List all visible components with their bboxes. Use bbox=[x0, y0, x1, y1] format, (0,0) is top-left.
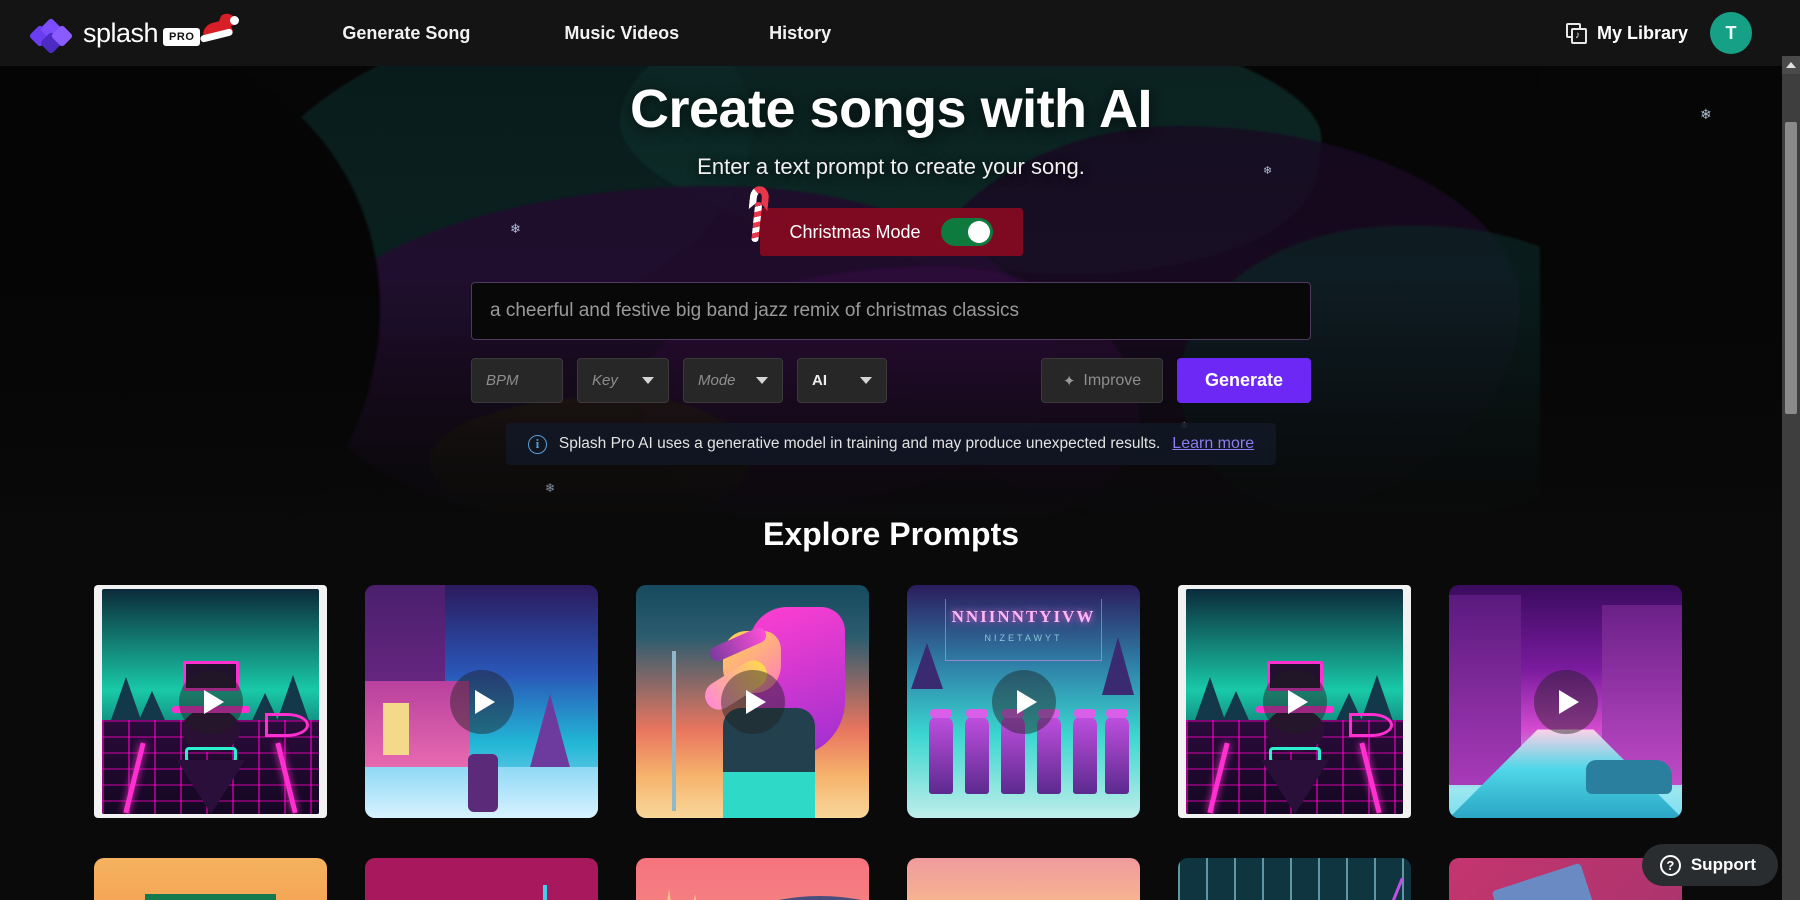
prompt-card-neon-singer-microphone[interactable] bbox=[636, 585, 869, 818]
prompt-card-pink-spires-card[interactable] bbox=[636, 858, 869, 900]
play-button[interactable] bbox=[449, 669, 514, 734]
ai-select[interactable]: AI bbox=[797, 358, 887, 403]
key-select-value: Key bbox=[592, 372, 618, 389]
play-button[interactable] bbox=[1262, 669, 1327, 734]
chevron-up-icon[interactable] bbox=[1782, 56, 1800, 74]
prompt-card-magenta-cyan-card[interactable] bbox=[365, 858, 598, 900]
explore-prompts-grid-row2 bbox=[0, 858, 1782, 900]
hero-content: Create songs with AI Enter a text prompt… bbox=[0, 66, 1782, 465]
santa-hat-icon bbox=[199, 11, 240, 43]
prompt-card-snow-carolers-choir[interactable]: NNIINNTYIVW NIZETAWYT bbox=[907, 585, 1140, 818]
nav-item-generate-song[interactable]: Generate Song bbox=[328, 15, 484, 52]
christmas-mode-toggle[interactable]: Christmas Mode bbox=[759, 208, 1023, 256]
improve-button[interactable]: ✦ Improve bbox=[1041, 358, 1163, 403]
question-circle-icon: ? bbox=[1659, 854, 1681, 876]
bpm-input[interactable]: BPM bbox=[471, 358, 563, 403]
improve-label: Improve bbox=[1083, 371, 1142, 389]
play-button[interactable] bbox=[178, 669, 243, 734]
prompt-card-winter-street-child-tree[interactable] bbox=[365, 585, 598, 818]
christmas-mode-label: Christmas Mode bbox=[789, 221, 921, 242]
card-neon-text: NNIINNTYIVW bbox=[951, 607, 1096, 626]
key-select[interactable]: Key bbox=[577, 358, 669, 403]
ai-disclaimer-banner: i Splash Pro AI uses a generative model … bbox=[506, 423, 1276, 465]
prompt-card-orange-green-card[interactable] bbox=[94, 858, 327, 900]
my-library-label: My Library bbox=[1596, 22, 1688, 43]
play-button[interactable] bbox=[1533, 669, 1598, 734]
explore-prompts-heading: Explore Prompts bbox=[762, 516, 1020, 552]
card-neon-subtext: NIZETAWYT bbox=[984, 633, 1063, 643]
nav-item-music-videos[interactable]: Music Videos bbox=[550, 15, 693, 52]
explore-prompts-grid: NNIINNTYIVW NIZETAWYT bbox=[0, 585, 1782, 818]
christmas-mode-container: Christmas Mode bbox=[748, 185, 1023, 256]
prompt-card-neon-city-street-car[interactable] bbox=[1449, 585, 1682, 818]
switch-knob bbox=[967, 221, 990, 243]
splash-diamond-logo-icon bbox=[28, 17, 78, 55]
avatar[interactable]: T bbox=[1710, 12, 1752, 54]
info-icon: i bbox=[527, 434, 547, 454]
my-library-button[interactable]: ♪ My Library bbox=[1565, 22, 1688, 44]
learn-more-link[interactable]: Learn more bbox=[1172, 435, 1254, 453]
prompt-input[interactable] bbox=[471, 282, 1311, 340]
snowflake-icon: ❄ bbox=[545, 481, 556, 495]
chevron-down-icon bbox=[642, 377, 654, 384]
chevron-down-icon bbox=[756, 377, 768, 384]
magic-wand-icon: ✦ bbox=[1062, 372, 1076, 390]
main-nav: Generate Song Music Videos History bbox=[328, 15, 845, 52]
play-button[interactable] bbox=[991, 669, 1056, 734]
pro-badge: PRO bbox=[163, 28, 201, 46]
brand-logo[interactable]: splash PRO bbox=[28, 11, 239, 55]
prompt-card-teal-bars-card[interactable] bbox=[1178, 858, 1411, 900]
christmas-mode-switch[interactable] bbox=[940, 218, 993, 246]
scrollbar-thumb[interactable] bbox=[1785, 122, 1797, 414]
support-label: Support bbox=[1690, 855, 1756, 874]
prompt-card-peach-sunset-card[interactable] bbox=[907, 858, 1140, 900]
generation-controls: BPM Key Mode AI ✦ Improve Generate bbox=[471, 358, 1311, 403]
app-root: splash PRO Generate Song Music Videos Hi… bbox=[0, 0, 1800, 900]
page-subtitle: Enter a text prompt to create your song. bbox=[697, 154, 1085, 179]
brand-name: splash bbox=[83, 17, 159, 48]
support-button[interactable]: ? Support bbox=[1641, 844, 1778, 886]
header-right-actions: ♪ My Library T bbox=[1565, 12, 1752, 54]
mode-select[interactable]: Mode bbox=[683, 358, 783, 403]
prompt-card-neon-snowman-trumpet[interactable] bbox=[94, 585, 327, 818]
mode-select-value: Mode bbox=[698, 372, 736, 389]
page-scrollbar[interactable] bbox=[1782, 56, 1800, 900]
ai-select-value: AI bbox=[812, 372, 827, 389]
nav-item-history[interactable]: History bbox=[755, 15, 845, 52]
library-icon: ♪ bbox=[1565, 22, 1587, 44]
header-right-filler bbox=[1782, 0, 1800, 56]
chevron-down-icon bbox=[860, 377, 872, 384]
generate-button[interactable]: Generate bbox=[1177, 358, 1311, 403]
disclaimer-text: Splash Pro AI uses a generative model in… bbox=[558, 435, 1161, 452]
page-title: Create songs with AI bbox=[629, 79, 1153, 139]
prompt-card-neon-snowman-trumpet-2[interactable] bbox=[1178, 585, 1411, 818]
top-header: splash PRO Generate Song Music Videos Hi… bbox=[0, 0, 1782, 66]
play-button[interactable] bbox=[720, 669, 785, 734]
